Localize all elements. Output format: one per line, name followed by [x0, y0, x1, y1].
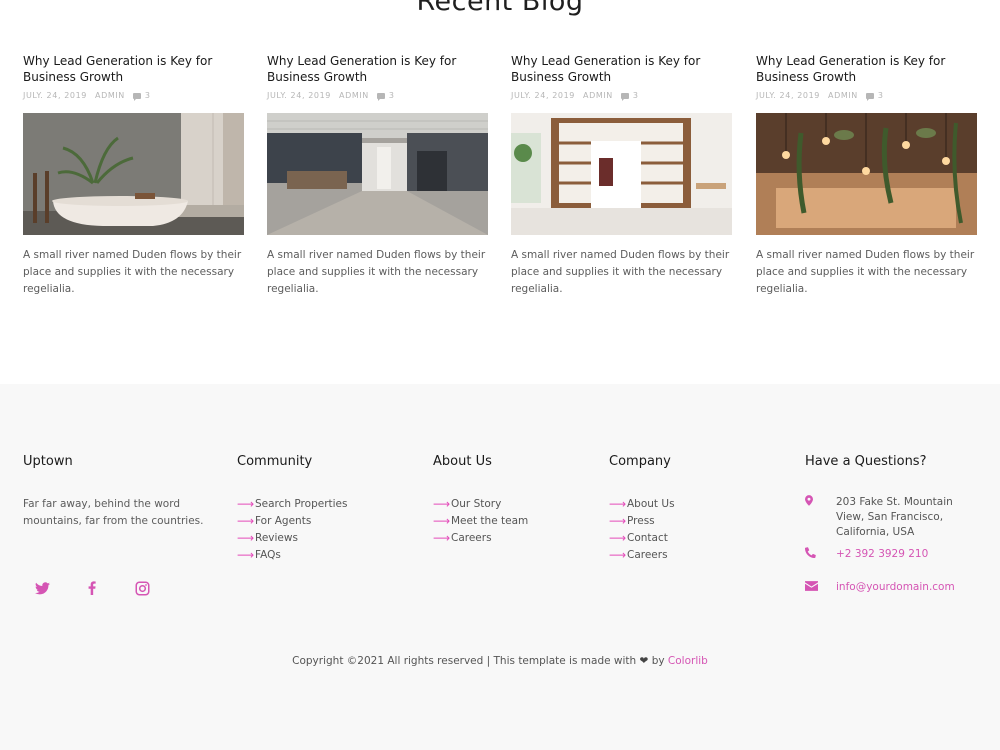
footer-community-column: Community ⟶ Search Properties ⟶ For Agents… — [237, 454, 407, 564]
map-marker-icon — [805, 495, 836, 540]
footer-link[interactable]: ⟶ Careers — [433, 530, 583, 547]
footer-community-title: Community — [237, 454, 313, 469]
company-links: ⟶ About Us ⟶ Press ⟶ Contact ⟶ Careers — [609, 496, 759, 564]
comment-icon — [132, 92, 141, 101]
post-author[interactable]: ADMIN — [95, 91, 125, 100]
blog-card-title[interactable]: Why Lead Generation is Key for Business … — [23, 53, 244, 85]
blog-card-excerpt: A small river named Duden flows by their… — [267, 249, 486, 295]
arrow-right-icon: ⟶ — [433, 531, 451, 545]
footer-link[interactable]: ⟶ FAQs — [237, 547, 407, 564]
blog-cards: Why Lead Generation is Key for Business … — [23, 53, 977, 303]
footer-link[interactable]: ⟶ Contact — [609, 530, 759, 547]
blog-card-meta: JULY. 24, 2019 ADMIN 3 — [23, 90, 244, 101]
comment-count[interactable]: 3 — [389, 91, 395, 100]
shelving-room-photo[interactable] — [511, 113, 732, 235]
blog-card-excerpt: A small river named Duden flows by their… — [756, 249, 975, 295]
blog-card-meta: JULY. 24, 2019 ADMIN 3 — [511, 90, 732, 101]
blog-card-title[interactable]: Why Lead Generation is Key for Business … — [756, 53, 977, 85]
footer-contact-column: Have a Questions? — [805, 454, 990, 496]
phone-icon — [804, 547, 836, 562]
arrow-right-icon: ⟶ — [433, 497, 451, 511]
site-footer: Uptown Far far away, behind the word mou… — [0, 384, 1000, 750]
contact-phone[interactable]: +2 392 3929 210 — [804, 547, 928, 562]
arrow-right-icon: ⟶ — [433, 514, 451, 528]
footer-link[interactable]: ⟶ Search Properties — [237, 496, 407, 513]
comment-icon — [865, 92, 874, 101]
comment-count[interactable]: 3 — [878, 91, 884, 100]
post-author[interactable]: ADMIN — [583, 91, 613, 100]
footer-link[interactable]: ⟶ Careers — [609, 547, 759, 564]
contact-address: 203 Fake St. Mountain View, San Francisc… — [805, 495, 976, 540]
post-date[interactable]: JULY. 24, 2019 — [267, 91, 331, 100]
hanging-plants-photo[interactable] — [756, 113, 977, 235]
footer-brand-text: Far far away, behind the word mountains,… — [23, 498, 204, 527]
twitter-icon[interactable] — [34, 580, 50, 596]
colorlib-link[interactable]: Colorlib — [668, 655, 708, 667]
about-links: ⟶ Our Story ⟶ Meet the team ⟶ Careers — [433, 496, 583, 547]
bathroom-photo[interactable] — [23, 113, 244, 235]
recent-blog-section: Recent Blog Why Lead Generation is Key f… — [0, 0, 1000, 384]
blog-card-meta: JULY. 24, 2019 ADMIN 3 — [267, 90, 488, 101]
blog-card: Why Lead Generation is Key for Business … — [23, 53, 244, 303]
footer-brand-column: Uptown Far far away, behind the word mou… — [23, 454, 213, 530]
instagram-icon[interactable] — [134, 580, 150, 596]
blog-card: Why Lead Generation is Key for Business … — [267, 53, 488, 303]
blog-card: Why Lead Generation is Key for Business … — [756, 53, 977, 303]
blog-card-title[interactable]: Why Lead Generation is Key for Business … — [511, 53, 732, 85]
envelope-icon — [805, 580, 836, 595]
blog-card-excerpt: A small river named Duden flows by their… — [23, 249, 242, 295]
footer-link[interactable]: ⟶ About Us — [609, 496, 759, 513]
footer-link[interactable]: ⟶ Meet the team — [433, 513, 583, 530]
post-author[interactable]: ADMIN — [828, 91, 858, 100]
footer-company-column: Company ⟶ About Us ⟶ Press ⟶ Contact ⟶ Caree… — [609, 454, 759, 564]
heart-icon: ❤ — [639, 655, 649, 667]
footer-brand-title: Uptown — [23, 454, 73, 469]
arrow-right-icon: ⟶ — [237, 514, 255, 528]
footer-about-title: About Us — [433, 454, 492, 469]
section-title: Recent Blog — [416, 0, 584, 17]
footer-link[interactable]: ⟶ Reviews — [237, 530, 407, 547]
blog-card-meta: JULY. 24, 2019 ADMIN 3 — [756, 90, 977, 101]
footer-contact-title: Have a Questions? — [805, 454, 927, 469]
comment-icon — [376, 92, 385, 101]
blog-card: Why Lead Generation is Key for Business … — [511, 53, 732, 303]
arrow-right-icon: ⟶ — [609, 548, 627, 562]
footer-link[interactable]: ⟶ Our Story — [433, 496, 583, 513]
blog-card-title[interactable]: Why Lead Generation is Key for Business … — [267, 53, 488, 85]
contact-email[interactable]: info@yourdomain.com — [805, 580, 955, 595]
footer-link[interactable]: ⟶ Press — [609, 513, 759, 530]
arrow-right-icon: ⟶ — [609, 514, 627, 528]
arrow-right-icon: ⟶ — [237, 531, 255, 545]
comment-icon — [620, 92, 629, 101]
footer-about-column: About Us ⟶ Our Story ⟶ Meet the team ⟶ Care… — [433, 454, 583, 547]
comment-count[interactable]: 3 — [633, 91, 639, 100]
arrow-right-icon: ⟶ — [237, 548, 255, 562]
post-author[interactable]: ADMIN — [339, 91, 369, 100]
post-date[interactable]: JULY. 24, 2019 — [23, 91, 87, 100]
facebook-icon[interactable] — [84, 580, 100, 596]
office-hallway-photo[interactable] — [267, 113, 488, 235]
arrow-right-icon: ⟶ — [609, 497, 627, 511]
arrow-right-icon: ⟶ — [237, 497, 255, 511]
blog-card-excerpt: A small river named Duden flows by their… — [511, 249, 730, 295]
comment-count[interactable]: 3 — [145, 91, 151, 100]
footer-company-title: Company — [609, 454, 671, 469]
arrow-right-icon: ⟶ — [609, 531, 627, 545]
community-links: ⟶ Search Properties ⟶ For Agents ⟶ Reviews … — [237, 496, 407, 564]
post-date[interactable]: JULY. 24, 2019 — [511, 91, 575, 100]
footer-link[interactable]: ⟶ For Agents — [237, 513, 407, 530]
post-date[interactable]: JULY. 24, 2019 — [756, 91, 820, 100]
social-links — [34, 580, 184, 596]
copyright-text: Copyright ©2021 All rights reserved | Th… — [292, 655, 708, 667]
